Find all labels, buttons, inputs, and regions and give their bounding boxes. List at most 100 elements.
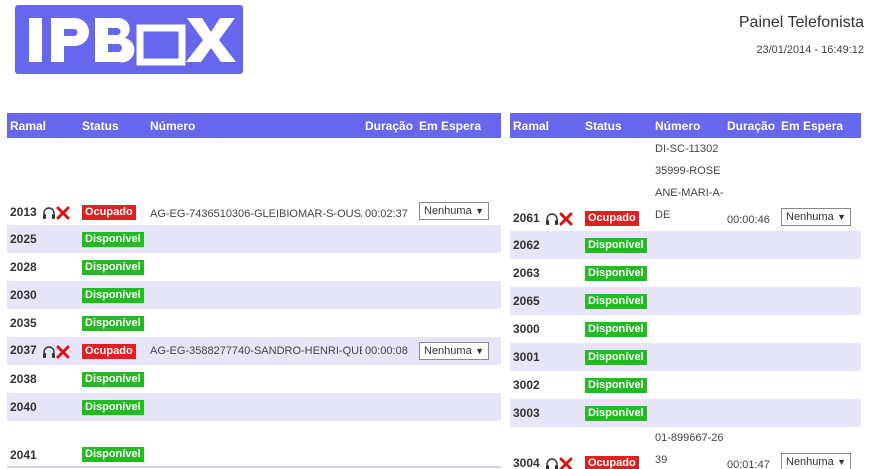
table-row: 2065 Disponível (510, 287, 861, 315)
cell-duracao: 00:00:46 (724, 138, 778, 231)
headset-icon[interactable] (545, 213, 559, 225)
cell-ramal: 3002 (510, 371, 582, 399)
table-row: 2062 Disponível (510, 231, 861, 259)
extension-number: 2040 (10, 400, 37, 414)
cell-numero (147, 421, 362, 467)
cell-duracao (362, 309, 416, 337)
status-badge: Disponível (82, 447, 144, 462)
dropdown-arrow-icon: ▼ (837, 212, 846, 222)
cell-numero: 01-899667-2639 (652, 427, 724, 469)
table-row: 2063 Disponível (510, 259, 861, 287)
extension-number: 2061 (513, 210, 540, 225)
cell-duracao (724, 371, 778, 399)
status-badge: Disponível (82, 399, 144, 415)
cell-status: Disponível (79, 309, 147, 337)
cell-espera (416, 225, 501, 253)
cell-numero: AG-EG-7436510306-GLEIBIOMAR-S-OUSA (147, 138, 362, 225)
cell-duracao (724, 343, 778, 371)
table-row: 2037 Ocupado AG-EG-3588277740-SANDRO-HENR… (7, 337, 501, 365)
cell-numero (652, 371, 724, 399)
cell-status: Ocupado (582, 427, 652, 469)
table-row: 2041 Disponível (7, 421, 501, 467)
caller-number: AG-EG-7436510306-GLEIBIOMAR-S-OUSA (150, 208, 362, 220)
cell-espera (778, 371, 861, 399)
cell-numero (652, 315, 724, 343)
cell-espera (416, 309, 501, 337)
column-numero: Número (652, 113, 724, 138)
hold-select[interactable]: Nenhuma ▼ (419, 342, 489, 360)
cell-status: Disponível (582, 371, 652, 399)
cell-espera (778, 287, 861, 315)
cell-duracao (362, 281, 416, 309)
close-x-icon[interactable] (56, 206, 70, 220)
page-title: Painel Telefonista (738, 14, 864, 31)
cell-espera: Nenhuma ▼ (416, 138, 501, 225)
cell-espera (778, 399, 861, 427)
cell-espera (416, 421, 501, 467)
column-duracao: Duração (362, 113, 416, 138)
call-duration: 00:02:37 (365, 208, 408, 220)
cell-ramal: 2065 (510, 287, 582, 315)
status-badge: Disponível (585, 321, 647, 337)
cell-status: Disponível (79, 253, 147, 281)
cell-numero (147, 281, 362, 309)
ipbox-logo (15, 5, 243, 74)
extension-number: 2037 (10, 343, 37, 358)
headset-icon[interactable] (545, 458, 559, 469)
column-status: Status (582, 113, 652, 138)
cell-duracao: 00:00:08 (362, 337, 416, 365)
extension-number: 2028 (10, 260, 37, 274)
hold-select[interactable]: Nenhuma ▼ (781, 208, 851, 226)
cell-numero (147, 309, 362, 337)
cell-duracao (724, 259, 778, 287)
cell-status: Disponível (79, 225, 147, 253)
status-badge: Ocupado (585, 211, 639, 226)
table-row: 2035 Disponível (7, 309, 501, 337)
table-row: 3004 Ocupado 01-899667-2639 00:01:47 Nenhum… (510, 427, 861, 469)
status-badge: Disponível (585, 377, 647, 393)
status-badge: Disponível (585, 237, 647, 253)
table-row: 2038 Disponível (7, 365, 501, 393)
status-badge: Disponível (82, 259, 144, 275)
cell-ramal: 2038 (7, 365, 79, 393)
close-x-icon[interactable] (559, 457, 573, 469)
extension-number: 2062 (513, 238, 540, 252)
status-badge: Disponível (82, 231, 144, 247)
close-x-icon[interactable] (56, 345, 70, 359)
cell-numero (652, 343, 724, 371)
column-espera: Em Espera (778, 113, 861, 138)
caller-number: DI-SC-1130235999-ROSEANE-MARI-A-DE (655, 143, 724, 221)
extension-number: 2035 (10, 316, 37, 330)
headset-icon[interactable] (42, 207, 56, 219)
extension-number: 3003 (513, 406, 540, 420)
cell-ramal: 2030 (7, 281, 79, 309)
cell-espera (778, 259, 861, 287)
cell-espera (416, 281, 501, 309)
close-x-icon[interactable] (559, 212, 573, 226)
cell-duracao: 00:01:47 (724, 427, 778, 469)
cell-duracao (724, 315, 778, 343)
cell-numero (652, 231, 724, 259)
cell-numero: AG-EG-3588277740-SANDRO-HENRI-QUE- (147, 337, 362, 365)
extension-number: 2063 (513, 266, 540, 280)
cell-ramal: 2062 (510, 231, 582, 259)
hold-select[interactable]: Nenhuma ▼ (419, 202, 489, 220)
status-badge: Ocupado (82, 343, 136, 359)
cell-ramal: 2040 (7, 393, 79, 421)
status-badge: Disponível (585, 265, 647, 281)
column-ramal: Ramal (510, 113, 582, 138)
table-header: Ramal Status Número Duração Em Espera (510, 113, 861, 138)
extension-number: 2030 (10, 288, 37, 302)
headset-icon[interactable] (42, 345, 56, 358)
cell-duracao (362, 421, 416, 467)
dropdown-arrow-icon: ▼ (475, 206, 484, 216)
cell-status: Disponível (79, 421, 147, 467)
hold-select[interactable]: Nenhuma ▼ (781, 453, 851, 469)
status-badge: Disponível (82, 315, 144, 331)
cell-status: Disponível (582, 399, 652, 427)
cell-duracao (362, 253, 416, 281)
cell-status: Ocupado (79, 337, 147, 365)
cell-status: Disponível (582, 231, 652, 259)
cell-duracao (362, 225, 416, 253)
table-row: 2040 Disponível (7, 393, 501, 421)
